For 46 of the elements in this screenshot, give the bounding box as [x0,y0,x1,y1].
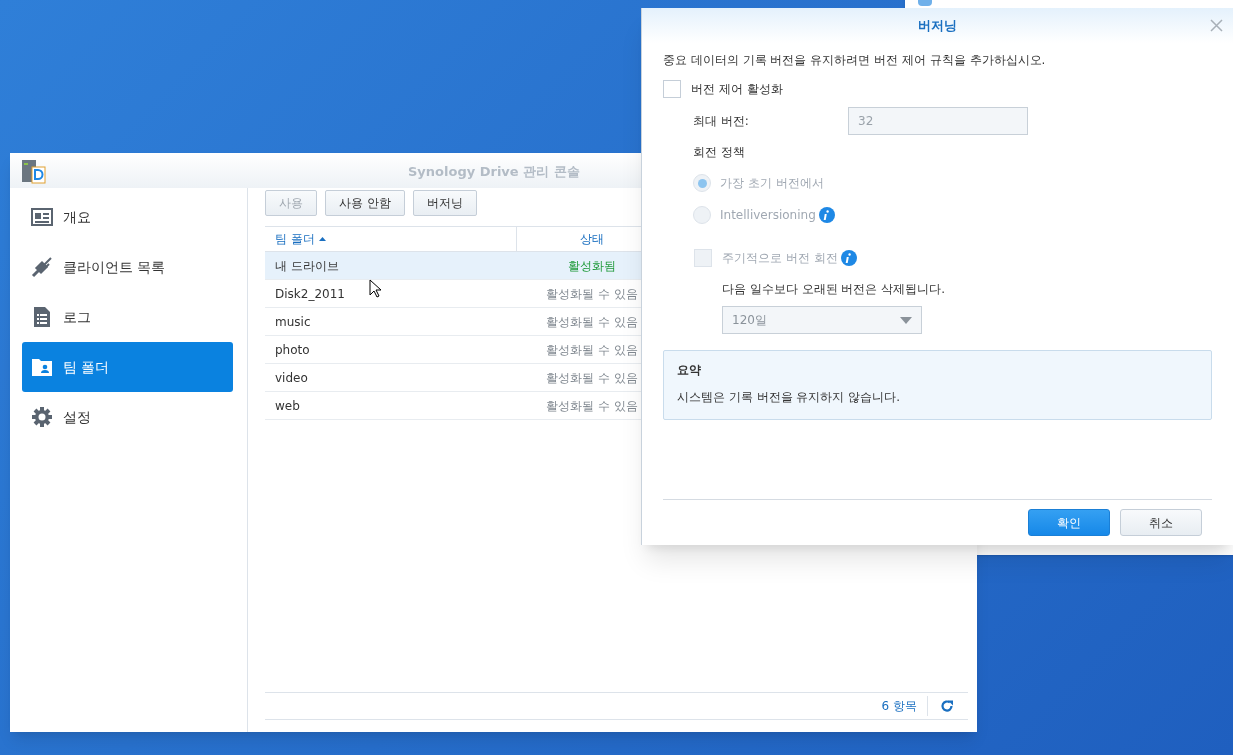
mouse-cursor-icon [369,279,382,298]
checkbox-label: 주기적으로 버전 회전 [722,250,838,267]
status-cell-text: 활성화될 수 있음 [545,369,639,387]
help-text: 다음 일수보다 오래된 버전은 삭제됩니다. [721,281,947,298]
app-logo-icon [21,159,47,185]
caret-icon [900,316,912,324]
sidebar-item[interactable]: 클라이언트 목록 [22,242,233,292]
dialog-description: 중요 데이터의 기록 버전을 유지하려면 버전 제어 규칙을 추가하십시오. [663,52,1047,69]
status-cell-text: 활성화될 수 있음 [545,341,639,359]
radio-label: Intelliversioning [720,207,816,224]
sidebar-item[interactable]: 설정 [22,392,233,442]
dialog-title: 버저닝 [918,16,957,35]
folder-name: Disk2_2011 [275,285,345,303]
item-count: 6 항목 [881,696,928,716]
cancel-button[interactable]: 취소 [1120,509,1202,536]
folder-name: 내 드라이브 [275,257,339,275]
folder-name: video [275,369,308,387]
folder-name: music [275,313,311,331]
checkbox-label: 버전 제어 활성화 [691,81,783,98]
checkbox[interactable] [663,80,681,98]
settings-icon [31,406,53,428]
toolbar-button[interactable]: 버저닝 [412,190,477,216]
status-cell-text: 활성화될 수 있음 [545,285,639,303]
user-folder-icon [31,357,53,377]
summary-title: 요약 [677,362,702,379]
window-title: Synology Drive 관리 콘솔 [408,163,580,181]
radio-label: 가장 초기 버전에서 [720,175,824,192]
id-card-icon [31,208,53,226]
refresh-icon[interactable] [940,699,954,713]
folder-name: web [275,397,300,415]
summary-text: 시스템은 기록 버전을 유지하지 않습니다. [677,389,902,406]
document-list-icon [33,306,51,328]
sort-ascending-icon [318,237,326,241]
sidebar-item[interactable]: 팀 폴더 [22,342,233,392]
plug-icon [31,256,53,278]
column-header[interactable]: 팀 폴더 [265,227,517,251]
field-label: 최대 버전: [693,113,750,130]
sidebar-item[interactable]: 개요 [22,192,233,242]
folder-name: photo [275,341,310,359]
section-label: 회전 정책 [692,144,746,161]
close-icon[interactable] [1210,19,1223,32]
sidebar-item[interactable]: 로그 [22,292,233,342]
status-cell-text: 활성화될 수 있음 [545,397,639,415]
status-cell-text: 활성화될 수 있음 [545,313,639,331]
status-cell-text: 활성화됨 [567,257,617,275]
toolbar-button[interactable]: 사용 안함 [325,190,405,216]
